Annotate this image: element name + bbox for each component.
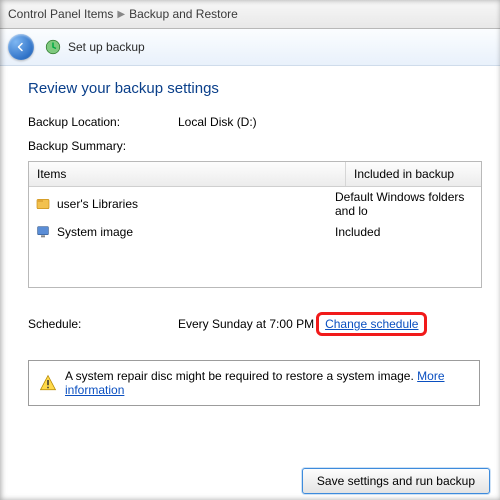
chevron-right-icon: ▶	[117, 9, 125, 20]
table-row[interactable]: user's Libraries Default Windows folders…	[29, 187, 481, 221]
row-item-name: System image	[57, 225, 133, 239]
column-included[interactable]: Included in backup	[345, 162, 481, 186]
breadcrumb: Control Panel Items ▶ Backup and Restore	[0, 0, 500, 29]
repair-disc-notice: A system repair disc might be required t…	[28, 360, 480, 406]
arrow-left-icon	[15, 41, 27, 53]
warning-icon	[39, 374, 57, 392]
row-included-value: Included	[335, 225, 475, 239]
backup-summary-label: Backup Summary:	[28, 139, 480, 153]
backup-setup-icon	[44, 38, 62, 56]
backup-location-value: Local Disk (D:)	[178, 115, 257, 129]
backup-location-label: Backup Location:	[28, 115, 178, 129]
breadcrumb-current[interactable]: Backup and Restore	[129, 7, 238, 21]
breadcrumb-prev[interactable]: Control Panel Items	[8, 7, 113, 21]
change-schedule-link[interactable]: Change schedule	[325, 317, 418, 331]
row-item-name: user's Libraries	[57, 197, 138, 211]
table-row[interactable]: System image Included	[29, 221, 481, 243]
toolbar: Set up backup	[0, 29, 500, 66]
notice-text: A system repair disc might be required t…	[65, 369, 417, 383]
schedule-value: Every Sunday at 7:00 PM	[178, 317, 314, 331]
backup-summary-table: Items Included in backup user's Librarie…	[28, 161, 482, 288]
schedule-label: Schedule:	[28, 317, 178, 331]
row-included-value: Default Windows folders and lo	[335, 190, 475, 218]
system-image-icon	[35, 224, 51, 240]
back-button[interactable]	[8, 34, 34, 60]
column-items[interactable]: Items	[29, 162, 345, 186]
content-area: Review your backup settings Backup Locat…	[0, 66, 500, 500]
window-title: Set up backup	[68, 40, 145, 54]
annotation-highlight: Change schedule	[316, 312, 427, 336]
save-and-run-button[interactable]: Save settings and run backup	[302, 468, 490, 494]
libraries-icon	[35, 196, 51, 212]
page-title: Review your backup settings	[28, 80, 480, 97]
table-header: Items Included in backup	[29, 162, 481, 187]
